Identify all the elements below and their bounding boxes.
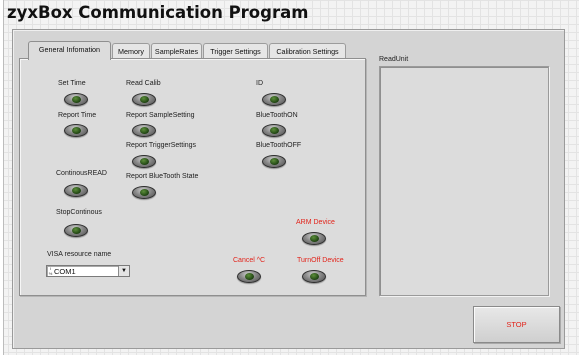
tab-sample-rates[interactable]: SampleRates xyxy=(151,43,202,59)
cancel-label: Cancel ^C xyxy=(233,257,266,264)
continuous-read-button[interactable] xyxy=(64,184,88,197)
cancel-button[interactable] xyxy=(237,270,261,283)
led-icon xyxy=(140,158,149,165)
visa-resource-label: VISA resource name xyxy=(47,251,112,258)
tab-general-information[interactable]: General Infomation xyxy=(28,41,111,60)
arm-device-button[interactable] xyxy=(302,232,326,245)
app-title: zyxBox Communication Program xyxy=(7,3,309,22)
read-calib-button[interactable] xyxy=(132,93,156,106)
read-unit-display xyxy=(379,66,549,296)
arm-device-label: ARM Device xyxy=(296,219,335,226)
report-trigger-settings-label: Report TriggerSettings xyxy=(126,142,197,149)
led-icon xyxy=(140,189,149,196)
visa-resource-select[interactable]: I% COM1 ▼ xyxy=(46,265,130,277)
led-icon xyxy=(72,227,81,234)
read-unit-label: ReadUnit xyxy=(379,56,409,63)
stop-continuous-label: StopContinous xyxy=(56,209,102,216)
led-icon xyxy=(140,127,149,134)
stop-button[interactable]: STOP xyxy=(473,306,560,343)
led-icon xyxy=(270,127,279,134)
led-icon xyxy=(72,187,81,194)
bluetooth-off-button[interactable] xyxy=(262,155,286,168)
bluetooth-on-button[interactable] xyxy=(262,124,286,137)
stop-continuous-button[interactable] xyxy=(64,224,88,237)
led-icon xyxy=(270,96,279,103)
tab-trigger-settings[interactable]: Trigger Settings xyxy=(203,43,268,59)
led-icon xyxy=(245,273,254,280)
chevron-down-icon[interactable]: ▼ xyxy=(118,266,129,276)
turnoff-device-label: TurnOff Device xyxy=(297,257,344,264)
visa-io-icon: I% xyxy=(48,266,53,276)
report-sample-setting-button[interactable] xyxy=(132,124,156,137)
led-icon xyxy=(72,127,81,134)
led-icon xyxy=(310,235,319,242)
bluetooth-off-label: BlueToothOFF xyxy=(256,142,302,149)
id-label: ID xyxy=(256,80,263,87)
led-icon xyxy=(72,96,81,103)
led-icon xyxy=(270,158,279,165)
report-bluetooth-state-label: Report BlueTooth State xyxy=(126,173,199,180)
turnoff-device-button[interactable] xyxy=(302,270,326,283)
report-trigger-settings-button[interactable] xyxy=(132,155,156,168)
led-icon xyxy=(140,96,149,103)
read-calib-label: Read Calib xyxy=(126,80,161,87)
tab-calibration-settings[interactable]: Calibration Settings xyxy=(269,43,346,59)
set-time-label: Set Time xyxy=(58,80,86,87)
led-icon xyxy=(310,273,319,280)
report-bluetooth-state-button[interactable] xyxy=(132,186,156,199)
report-time-label: Report Time xyxy=(58,112,97,119)
continuous-read-label: ContinousREAD xyxy=(56,170,107,177)
window-left-border xyxy=(0,0,4,355)
set-time-button[interactable] xyxy=(64,93,88,106)
tab-memory[interactable]: Memory xyxy=(112,43,150,59)
id-button[interactable] xyxy=(262,93,286,106)
visa-resource-value: COM1 xyxy=(54,267,76,276)
report-sample-setting-label: Report SampleSetting xyxy=(126,112,195,119)
report-time-button[interactable] xyxy=(64,124,88,137)
bluetooth-on-label: BlueToothON xyxy=(256,112,298,119)
